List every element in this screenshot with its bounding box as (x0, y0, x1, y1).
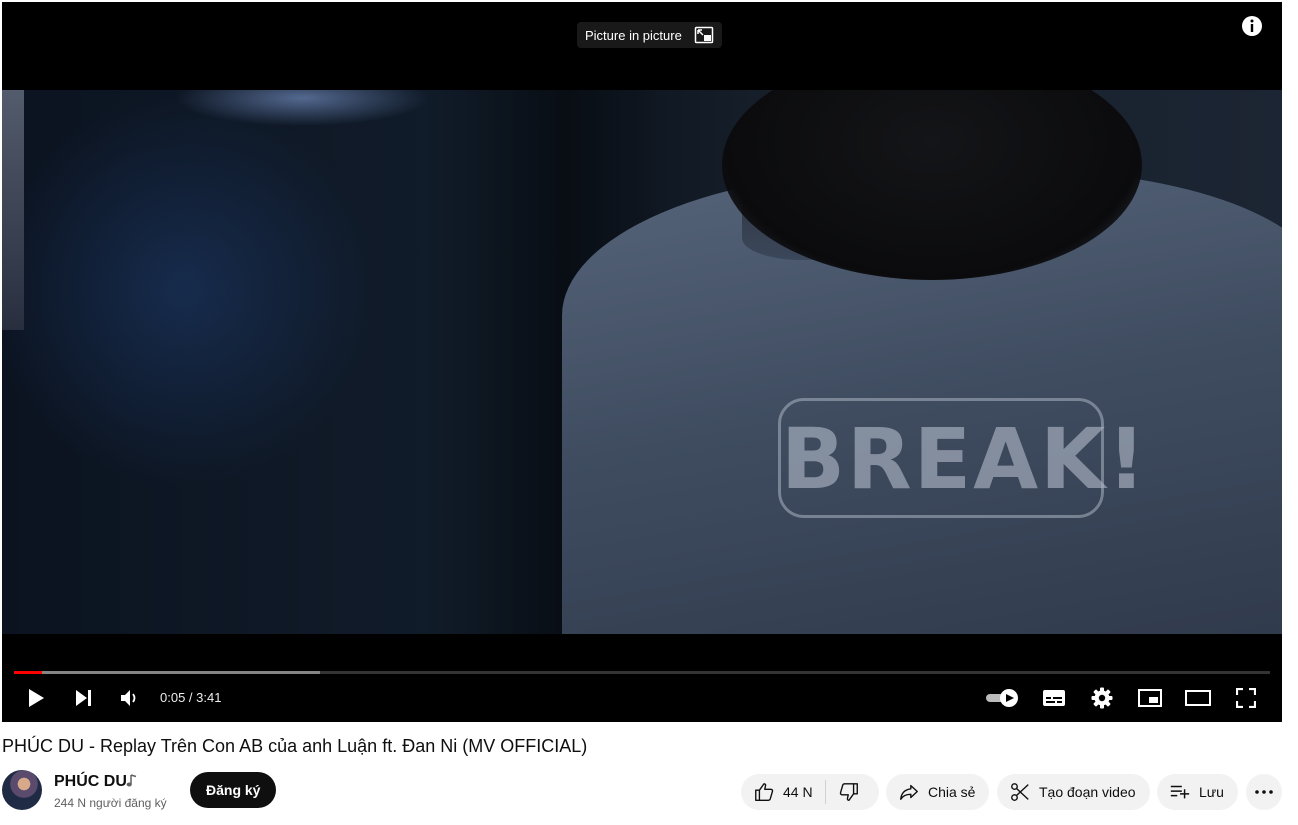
background-panel (2, 90, 24, 330)
next-icon (76, 690, 91, 706)
like-dislike-group: 44 N (741, 774, 879, 810)
play-icon (29, 689, 44, 707)
thumbs-up-icon (755, 783, 774, 801)
clip-button[interactable]: Tạo đoạn video (997, 774, 1150, 810)
player-controls: 0:05 / 3:41 (2, 678, 1282, 718)
share-icon (900, 784, 918, 801)
like-button[interactable]: 44 N (741, 774, 825, 810)
fullscreen-button[interactable] (1226, 678, 1266, 718)
pip-tooltip: Picture in picture (577, 22, 722, 48)
more-actions-button[interactable] (1246, 774, 1282, 810)
volume-button[interactable] (109, 678, 149, 718)
play-button[interactable] (16, 678, 56, 718)
picture-in-picture-icon (694, 26, 714, 44)
settings-icon (1091, 687, 1113, 709)
progress-buffered (14, 671, 320, 674)
progress-bar[interactable] (14, 671, 1270, 674)
video-frame[interactable]: BREAK! (2, 90, 1282, 634)
share-label: Chia sẻ (928, 784, 976, 800)
thumbs-down-icon (839, 783, 858, 801)
channel-avatar[interactable] (2, 770, 42, 810)
save-playlist-icon (1170, 785, 1190, 799)
save-button[interactable]: Lưu (1157, 774, 1238, 810)
more-icon (1255, 790, 1273, 794)
music-note-icon (126, 774, 137, 787)
settings-button[interactable] (1082, 678, 1122, 718)
subscriber-count: 244 N người đăng ký (54, 796, 167, 810)
share-button[interactable]: Chia sẻ (886, 774, 989, 810)
video-title: PHÚC DU - Replay Trên Con AB của anh Luậ… (2, 736, 588, 756)
video-player[interactable]: BREAK! Picture in picture 0:05 / 3:41 (2, 2, 1282, 722)
miniplayer-button[interactable] (1130, 678, 1170, 718)
channel-name[interactable]: PHÚC DU (54, 773, 127, 791)
shirt-print: BREAK! (778, 398, 1148, 518)
next-button[interactable] (64, 678, 104, 718)
subtitles-button[interactable] (1034, 678, 1074, 718)
miniplayer-icon (1138, 689, 1162, 707)
subscribe-button[interactable]: Đăng ký (190, 772, 277, 808)
subtitles-icon (1043, 690, 1065, 706)
pip-tooltip-label: Picture in picture (585, 27, 682, 43)
theater-mode-button[interactable] (1178, 678, 1218, 718)
dislike-button[interactable] (826, 774, 872, 810)
clip-label: Tạo đoạn video (1039, 784, 1136, 800)
time-display: 0:05 / 3:41 (160, 690, 222, 705)
scissors-icon (1011, 783, 1029, 801)
shirt-print-text: BREAK! (781, 410, 1148, 508)
like-count: 44 N (783, 784, 813, 800)
progress-played (14, 671, 43, 674)
save-label: Lưu (1199, 784, 1224, 800)
autoplay-toggle-icon (986, 689, 1018, 707)
theater-mode-icon (1185, 690, 1211, 706)
fullscreen-icon (1236, 688, 1256, 708)
info-icon[interactable] (1241, 15, 1263, 37)
autoplay-toggle[interactable] (983, 678, 1023, 718)
volume-icon (121, 690, 136, 706)
